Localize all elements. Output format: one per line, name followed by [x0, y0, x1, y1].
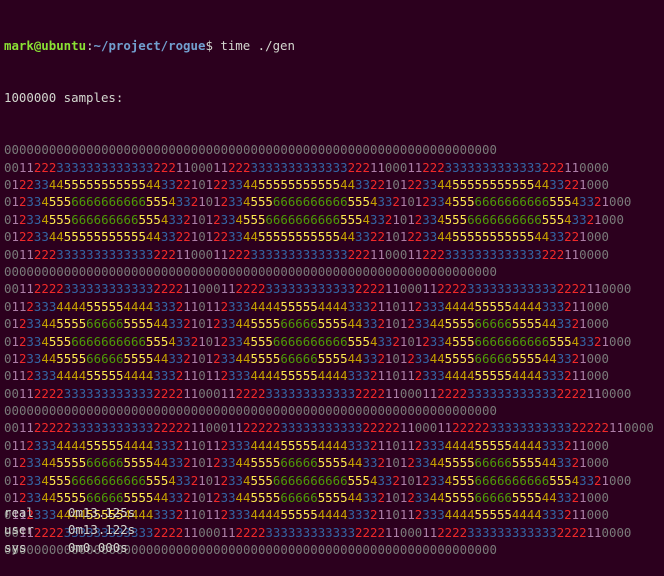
prompt-line: mark@ubuntu:~/project/rogue$ time ./gen — [4, 37, 664, 54]
grid-row: 0123345556666666666555433210123345556666… — [4, 472, 632, 488]
timing-label: sys — [4, 539, 27, 555]
prompt-command: time ./gen — [212, 37, 295, 53]
timing-row-sys: sys 0m0.000s — [4, 539, 135, 556]
prompt-separator: : — [86, 37, 94, 53]
grid-row: 0000000000000000000000000000000000000000… — [4, 263, 497, 279]
timing-label: real — [4, 505, 34, 520]
grid-row: 0011222233333333333322221100011222233333… — [4, 385, 632, 401]
grid-row: 0123345556666666666555433210123345556666… — [4, 333, 632, 349]
grid-row: 0123344555566666555544332101233445555666… — [4, 316, 609, 332]
prompt-path: ~/project/rogue — [93, 37, 206, 53]
timing-row-user: user 0m13.122s — [4, 521, 135, 538]
grid-row: 0112333444455555444433321101123334444555… — [4, 437, 609, 453]
grid-row: 0000000000000000000000000000000000000000… — [4, 142, 497, 158]
timing-value: 0m13.122s — [68, 522, 136, 538]
grid-row: 0123344555566666555544332101233445555666… — [4, 350, 609, 366]
grid-row: 0112333444455555444433321101123334444555… — [4, 298, 609, 314]
timing-label: user — [4, 522, 34, 538]
grid-row: 0112333444455555444433321101123334444555… — [4, 368, 609, 384]
grid-row: 0011222233333333333322221100011222233333… — [4, 281, 632, 297]
timing-output: real 0m13.125s user 0m13.122s sys 0m0.000s — [4, 504, 135, 556]
prompt-user-host: mark@ubuntu — [4, 37, 87, 53]
prompt-symbol: $ — [205, 37, 213, 53]
grid-row: 0000000000000000000000000000000000000000… — [4, 403, 497, 419]
grid-row: 0123345556666666665554332101233455566666… — [4, 211, 624, 227]
grid-row: 0123344555566666555544332101233445555666… — [4, 455, 609, 471]
grid-row: 0123345556666666666555433210123345556666… — [4, 194, 632, 210]
grid-row: 0011222223333333333322222110001122222333… — [4, 420, 654, 436]
grid-row: 0122334455555555555443322101223344555555… — [4, 177, 609, 192]
grid-row: 0122334455555555555443322101223344555555… — [4, 229, 609, 245]
heightmap-grid: 0000000000000000000000000000000000000000… — [4, 141, 664, 558]
timing-value: 0m0.000s — [68, 539, 128, 555]
timing-row-real: real 0m13.125s — [4, 504, 135, 521]
timing-value: 0m13.125s — [68, 505, 136, 520]
grid-row: 0011222333333333333322211000112223333333… — [4, 159, 609, 175]
grid-row: 0011222333333333333322211000112223333333… — [4, 246, 609, 262]
samples-line: 1000000 samples: — [4, 90, 124, 106]
terminal-window[interactable]: mark@ubuntu:~/project/rogue$ time ./gen … — [0, 0, 664, 576]
